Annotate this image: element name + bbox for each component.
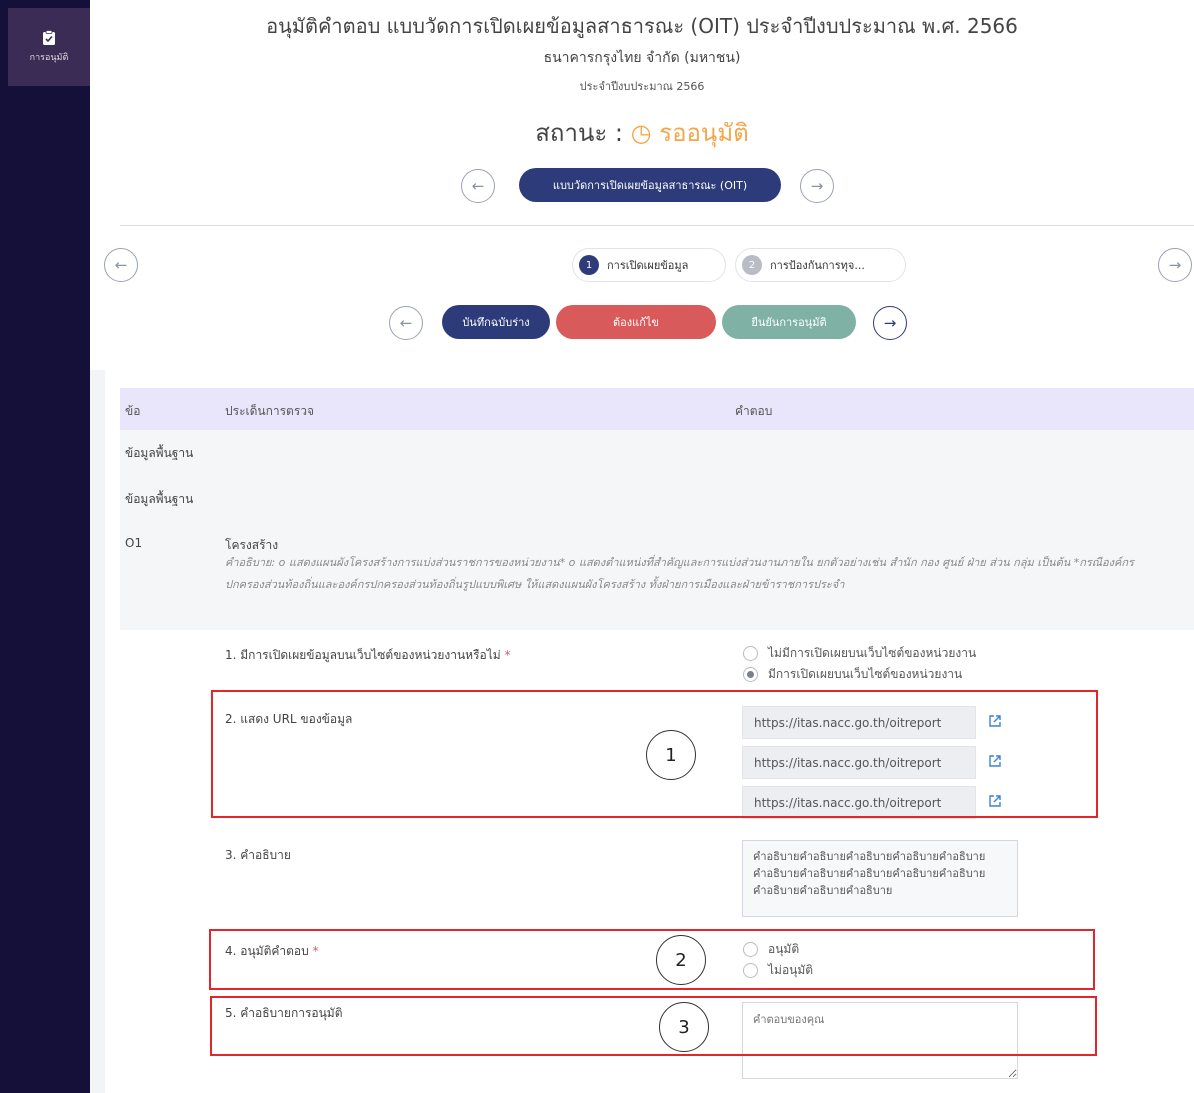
status-label: สถานะ : (535, 119, 623, 147)
radio-button-selected[interactable] (743, 667, 758, 682)
table-header: ข้อ ประเด็นการตรวจ คำตอบ (120, 388, 1194, 430)
arrow-right-icon: → (810, 177, 824, 195)
prev-form-button[interactable]: ← (461, 169, 495, 203)
description-textarea[interactable]: คำอธิบายคำอธิบายคำอธิบายคำอธิบายคำอธิบาย… (742, 840, 1018, 917)
prev-step-button[interactable]: ← (389, 306, 423, 340)
next-form-button[interactable]: → (800, 169, 834, 203)
callout-2: 2 (656, 935, 706, 985)
arrow-left-icon: ← (399, 314, 413, 332)
fiscal-year: ประจำปีงบประมาณ 2566 (579, 80, 705, 93)
section-row: ข้อมูลพื้นฐาน (120, 430, 1194, 476)
item-code: O1 (125, 536, 143, 550)
question-3-label: 3. คำอธิบาย (225, 848, 291, 862)
q1-option-no[interactable]: ไม่มีการเปิดเผยบนเว็บไซต์ของหน่วยงาน (743, 644, 976, 663)
q1-option-yes[interactable]: มีการเปิดเผยบนเว็บไซต์ของหน่วยงาน (743, 665, 962, 684)
next-step-button[interactable]: → (873, 306, 907, 340)
arrow-left-icon: ← (471, 177, 485, 195)
arrow-left-icon: ← (114, 256, 128, 274)
item-row: O1 โครงสร้าง คำอธิบาย: o แสดงแผนผังโครงส… (120, 522, 1194, 630)
confirm-approval-button[interactable]: ยืนยันการอนุมัติ (722, 305, 856, 339)
question-1-label: 1. มีการเปิดเผยข้อมูลบนเว็บไซต์ของหน่วยง… (225, 648, 511, 662)
callout-3: 3 (659, 1002, 709, 1052)
step-1[interactable]: 1 การเปิดเผยข้อมูล (572, 248, 726, 282)
form-selector-pill[interactable]: แบบวัดการเปิดเผยข้อมูลสาธารณะ (OIT) (519, 168, 781, 202)
next-section-button[interactable]: → (1158, 248, 1192, 282)
status-value: รออนุมัติ (659, 119, 749, 147)
col-no: ข้อ (125, 404, 141, 418)
page-title: อนุมัติคำตอบ แบบวัดการเปิดเผยข้อมูลสาธาร… (266, 14, 1018, 38)
prev-section-button[interactable]: ← (104, 248, 138, 282)
col-issue: ประเด็นการตรวจ (225, 404, 315, 418)
step-2[interactable]: 2 การป้องกันการทุจ... (735, 248, 906, 282)
highlight-box-2 (209, 929, 1095, 990)
callout-1: 1 (646, 730, 696, 780)
section-label: ข้อมูลพื้นฐาน (125, 492, 194, 506)
section-label: ข้อมูลพื้นฐาน (125, 446, 194, 460)
step-label: การเปิดเผยข้อมูล (607, 259, 689, 272)
needs-fix-button[interactable]: ต้องแก้ไข (556, 305, 716, 339)
section-row: ข้อมูลพื้นฐาน (120, 476, 1194, 522)
step-number: 2 (742, 255, 762, 275)
col-answer: คำตอบ (735, 404, 773, 418)
clock-icon: ◷ (630, 119, 652, 147)
sidebar: การอนุมัติ (0, 0, 90, 1093)
step-label: การป้องกันการทุจ... (770, 259, 865, 272)
radio-button[interactable] (743, 646, 758, 661)
status-line: สถานะ : ◷ รออนุมัติ (10, 113, 1194, 152)
page-header: อนุมัติคำตอบ แบบวัดการเปิดเผยข้อมูลสาธาร… (90, 0, 1194, 370)
arrow-right-icon: → (883, 314, 897, 332)
divider (120, 225, 1194, 226)
save-draft-button[interactable]: บันทึกฉบับร่าง (442, 305, 550, 339)
highlight-box-3 (210, 996, 1097, 1056)
arrow-right-icon: → (1168, 256, 1182, 274)
step-number: 1 (579, 255, 599, 275)
item-description: คำอธิบาย: o แสดงแผนผังโครงสร้างการแบ่งส่… (225, 556, 1134, 591)
organization-name: ธนาคารกรุงไทย จำกัด (มหาชน) (543, 50, 741, 66)
